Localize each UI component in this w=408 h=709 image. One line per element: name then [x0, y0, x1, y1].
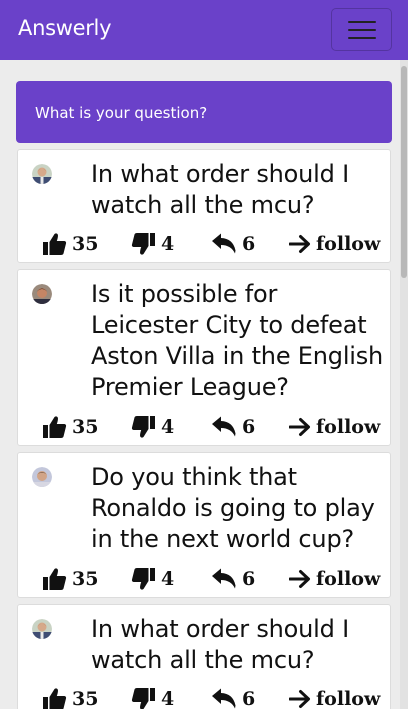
question-actions: 35 4 6 follow — [18, 686, 392, 709]
scrollbar-thumb[interactable] — [401, 66, 407, 278]
reply-button[interactable]: 6 — [211, 231, 255, 257]
like-button[interactable]: 35 — [42, 686, 98, 709]
arrow-right-icon — [289, 570, 310, 588]
dislike-count: 4 — [161, 416, 175, 438]
like-button[interactable]: 35 — [42, 566, 98, 592]
question-text[interactable]: Is it possible for Leicester City to def… — [91, 279, 387, 403]
dislike-button[interactable]: 4 — [131, 566, 174, 592]
reply-button[interactable]: 6 — [211, 686, 255, 709]
ask-question-prompt: What is your question? — [35, 104, 208, 122]
question-text[interactable]: In what order should I watch all the mcu… — [91, 159, 387, 221]
follow-button[interactable]: follow — [289, 231, 380, 257]
menu-toggle-button[interactable] — [331, 8, 392, 51]
dislike-button[interactable]: 4 — [131, 686, 174, 709]
reply-count: 6 — [242, 568, 256, 590]
reply-icon — [212, 416, 236, 437]
reply-button[interactable]: 6 — [211, 566, 255, 592]
follow-button[interactable]: follow — [289, 686, 380, 709]
question-card: In what order should I watch all the mcu… — [17, 604, 391, 709]
like-count: 35 — [72, 568, 99, 590]
question-actions: 35 4 6 follow — [18, 566, 392, 592]
dislike-count: 4 — [161, 568, 175, 590]
thumbs-down-icon — [131, 233, 155, 255]
thumbs-up-icon — [43, 233, 67, 255]
thumbs-up-icon — [43, 416, 67, 438]
dislike-count: 4 — [161, 688, 175, 709]
reply-count: 6 — [242, 416, 256, 438]
thumbs-up-icon — [43, 568, 67, 590]
thumbs-down-icon — [131, 688, 155, 709]
dislike-count: 4 — [161, 233, 175, 255]
follow-label: follow — [316, 688, 381, 709]
like-count: 35 — [72, 416, 99, 438]
arrow-right-icon — [289, 690, 310, 708]
follow-button[interactable]: follow — [289, 566, 380, 592]
thumbs-up-icon — [43, 688, 67, 709]
arrow-right-icon — [289, 235, 310, 253]
avatar — [32, 619, 52, 639]
question-actions: 35 4 6 follow — [18, 414, 392, 440]
follow-label: follow — [316, 416, 381, 438]
reply-count: 6 — [242, 233, 256, 255]
question-text[interactable]: Do you think that Ronaldo is going to pl… — [91, 462, 387, 555]
thumbs-down-icon — [131, 568, 155, 590]
reply-icon — [212, 688, 236, 709]
reply-button[interactable]: 6 — [211, 414, 255, 440]
thumbs-down-icon — [131, 416, 155, 438]
follow-button[interactable]: follow — [289, 414, 380, 440]
follow-label: follow — [316, 568, 381, 590]
hamburger-icon — [348, 21, 376, 23]
like-count: 35 — [72, 233, 99, 255]
like-count: 35 — [72, 688, 99, 709]
dislike-button[interactable]: 4 — [131, 231, 174, 257]
navbar: Answerly — [0, 0, 408, 60]
reply-count: 6 — [242, 688, 256, 709]
dislike-button[interactable]: 4 — [131, 414, 174, 440]
question-actions: 35 4 6 follow — [18, 231, 392, 257]
reply-icon — [212, 233, 236, 254]
like-button[interactable]: 35 — [42, 414, 98, 440]
ask-question-box[interactable]: What is your question? — [16, 81, 392, 143]
brand-logo[interactable]: Answerly — [18, 16, 112, 40]
question-card: Do you think that Ronaldo is going to pl… — [17, 452, 391, 598]
avatar — [32, 164, 52, 184]
avatar — [32, 467, 52, 487]
avatar — [32, 284, 52, 304]
like-button[interactable]: 35 — [42, 231, 98, 257]
question-card: In what order should I watch all the mcu… — [17, 149, 391, 263]
arrow-right-icon — [289, 418, 310, 436]
question-text[interactable]: In what order should I watch all the mcu… — [91, 614, 387, 676]
reply-icon — [212, 568, 236, 589]
follow-label: follow — [316, 233, 381, 255]
question-card: Is it possible for Leicester City to def… — [17, 269, 391, 446]
